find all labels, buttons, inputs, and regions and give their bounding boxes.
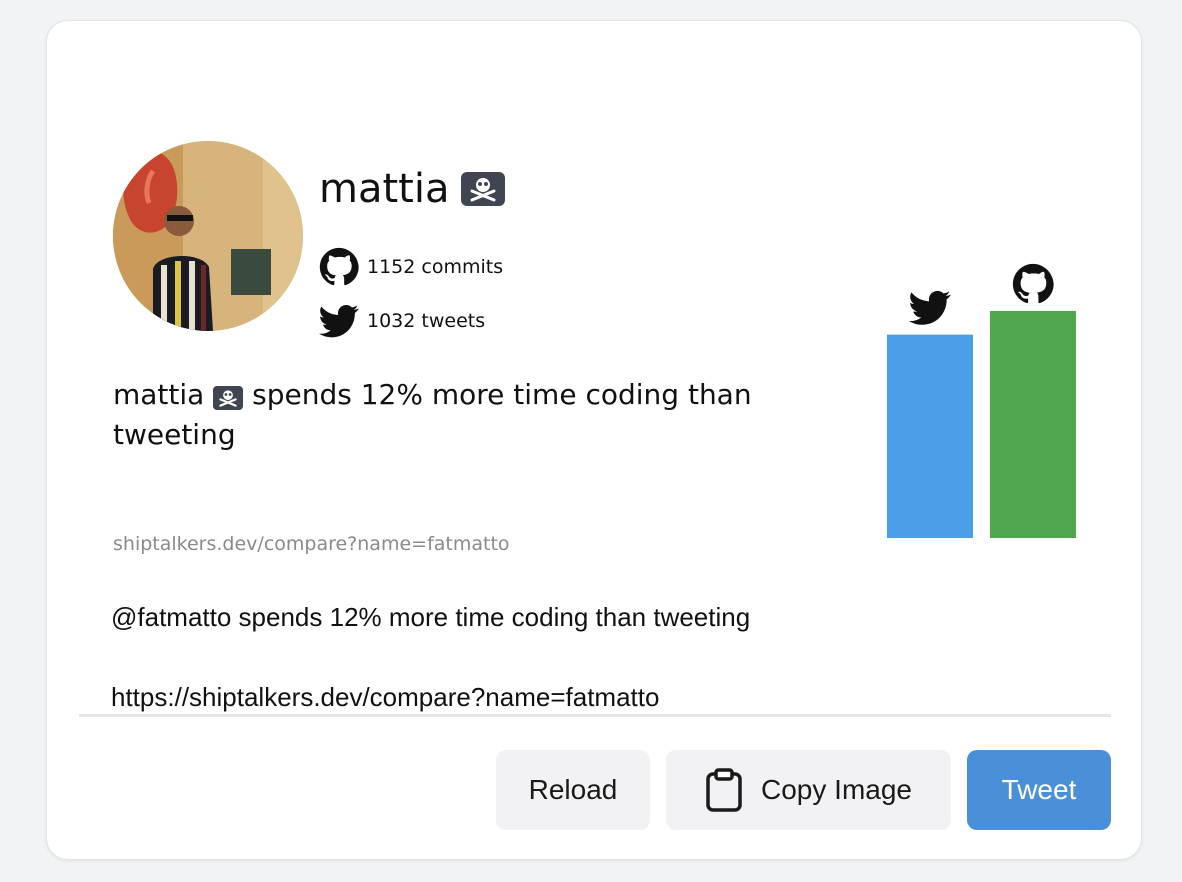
copy-image-label: Copy Image: [761, 774, 912, 805]
copy-image-button[interactable]: Copy Image: [666, 750, 951, 830]
tweet-textarea[interactable]: @fatmatto spends 12% more time coding th…: [111, 597, 871, 717]
reload-button[interactable]: Reload: [496, 750, 650, 830]
tweet-button[interactable]: Tweet: [967, 750, 1111, 830]
tweet-label: Tweet: [1001, 774, 1077, 805]
clipboard-icon: [706, 768, 742, 812]
twitter-icon: [909, 290, 951, 325]
reload-label: Reload: [528, 774, 618, 805]
tweet-line-1: @fatmatto spends 12% more time coding th…: [111, 602, 751, 632]
divider: [79, 714, 1111, 717]
twitter-bar: [887, 334, 973, 538]
share-card: mattia 1152 commits 1032 tweets mattia s…: [46, 20, 1142, 860]
github-icon: [1012, 263, 1054, 304]
github-bar: [990, 311, 1076, 538]
tweet-line-2: https://shiptalkers.dev/compare?name=fat…: [111, 682, 660, 712]
